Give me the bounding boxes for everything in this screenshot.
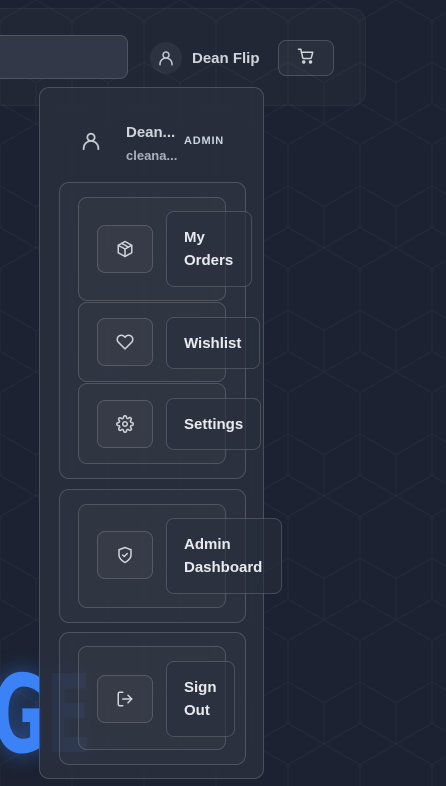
user-dropdown-menu: Dean... cleana... ADMIN My Orders Wishlis… [39, 87, 282, 779]
wishlist-label: Wishlist [184, 334, 242, 352]
user-icon [80, 130, 102, 157]
menu-item-sign-out-label[interactable]: Sign Out [166, 661, 235, 737]
search-input[interactable] [0, 35, 128, 79]
gear-icon [97, 400, 153, 448]
admin-dashboard-line-2: Dashboard [184, 559, 263, 576]
menu-item-settings-label[interactable]: Settings [166, 398, 261, 450]
user-icon [150, 42, 182, 74]
my-orders-line-1: My [184, 229, 205, 246]
heart-icon [97, 318, 153, 366]
role-badge: ADMIN [184, 135, 225, 147]
sign-out-line-1: Sign [184, 679, 217, 696]
admin-dashboard-line-1: Admin [184, 536, 231, 553]
dropdown-user-email: cleana... [126, 148, 178, 163]
sign-out-icon [97, 675, 153, 723]
cart-button[interactable] [278, 40, 334, 76]
sign-out-line-2: Out [184, 702, 210, 719]
menu-item-my-orders-label[interactable]: My Orders [166, 211, 252, 287]
menu-item-wishlist-label[interactable]: Wishlist [166, 317, 260, 369]
my-orders-line-2: Orders [184, 252, 234, 269]
menu-item-admin-dashboard-label[interactable]: Admin Dashboard [166, 518, 282, 594]
settings-label: Settings [184, 415, 244, 433]
package-icon [97, 225, 153, 273]
shield-check-icon [97, 531, 153, 579]
user-menu-button[interactable]: Dean Flip [150, 40, 260, 76]
cart-icon [297, 47, 315, 70]
dropdown-user-name: Dean... [126, 124, 176, 141]
dropdown-user-info: Dean... cleana... ADMIN [40, 88, 265, 182]
user-name: Dean Flip [192, 49, 260, 67]
